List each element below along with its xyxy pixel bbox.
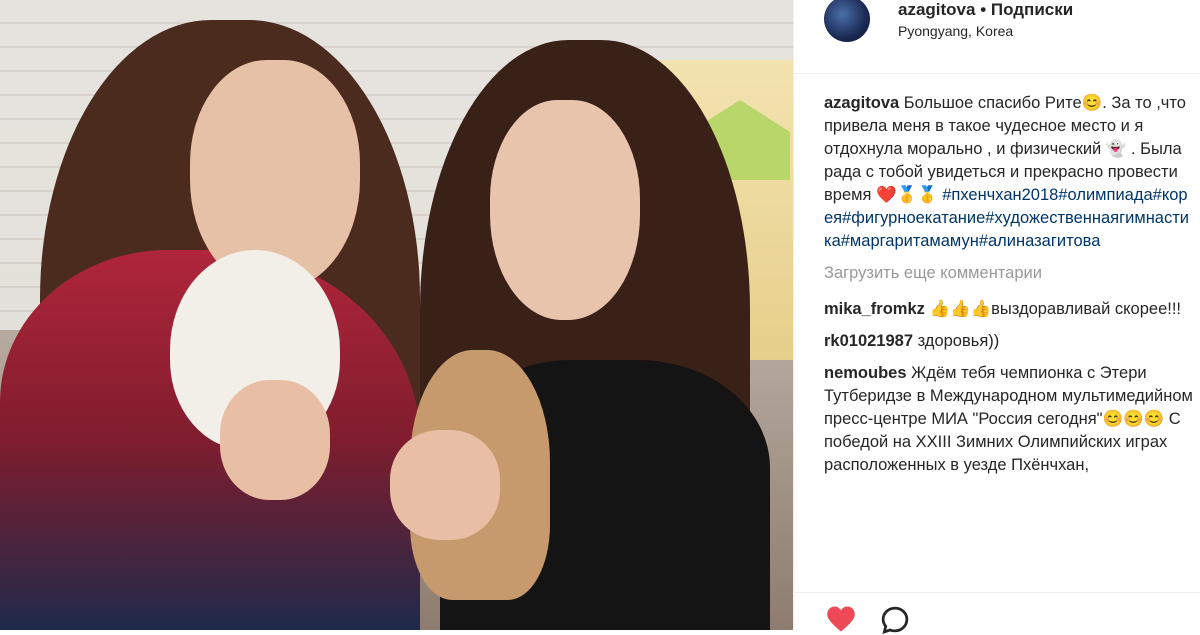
post-photo[interactable] <box>0 0 793 630</box>
post-actions-bar <box>794 592 1200 634</box>
comment-username[interactable]: rk01021987 <box>824 332 913 350</box>
comment-text: 👍👍👍выздоравливай скорее!!! <box>929 300 1182 318</box>
caption-username[interactable]: azagitova <box>824 94 899 112</box>
avatar[interactable] <box>824 0 870 42</box>
post-author-username[interactable]: azagitova <box>898 0 975 19</box>
comments-feed: azagitova Большое спасибо Рите😊. За то ,… <box>824 92 1196 486</box>
load-more-comments-link[interactable]: Загрузить еще комментарии <box>824 262 1196 285</box>
comment-username[interactable]: mika_fromkz <box>824 300 925 318</box>
post-side-panel: azagitova • Подписки Pyongyang, Korea az… <box>793 0 1200 634</box>
photo-hand <box>390 430 500 540</box>
post-location[interactable]: Pyongyang, Korea <box>898 23 1013 39</box>
photo-hand <box>220 380 330 500</box>
caption: azagitova Большое спасибо Рите😊. За то ,… <box>824 92 1196 253</box>
comment-text: здоровья)) <box>917 332 1000 350</box>
heart-icon[interactable] <box>826 605 856 633</box>
post-header: azagitova • Подписки Pyongyang, Korea <box>794 0 1200 74</box>
comment-item: mika_fromkz 👍👍👍выздоравливай скорее!!! <box>824 298 1196 321</box>
header-separator: • <box>975 0 991 19</box>
photo-person-right-face <box>490 100 640 320</box>
comment-icon[interactable] <box>880 605 910 635</box>
post-author-line: azagitova • Подписки <box>898 0 1073 20</box>
follow-button[interactable]: Подписки <box>991 0 1073 19</box>
comment-item: nemoubes Ждём тебя чемпионка с Этери Тут… <box>824 362 1196 477</box>
comment-username[interactable]: nemoubes <box>824 364 907 382</box>
comment-item: rk01021987 здоровья)) <box>824 330 1196 353</box>
